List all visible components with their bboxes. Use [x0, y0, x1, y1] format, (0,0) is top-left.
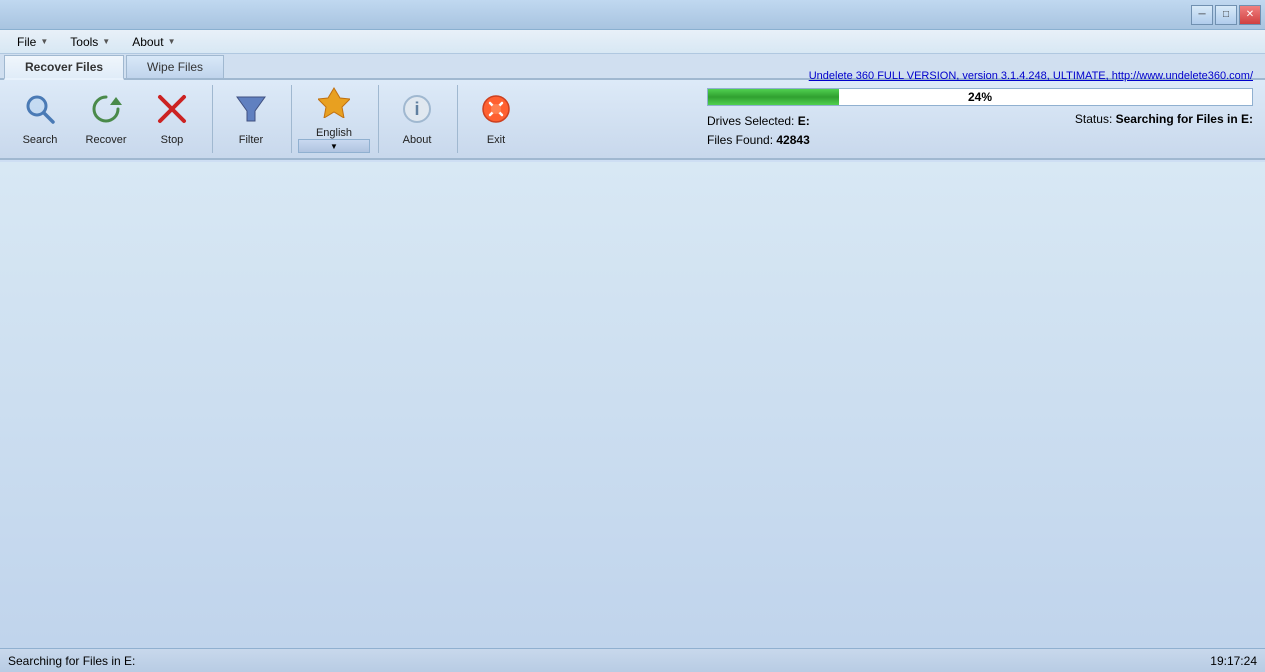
drives-selected-value: E:: [798, 114, 810, 128]
search-button[interactable]: Search: [8, 85, 72, 153]
toolbar-group-about: i About: [385, 85, 458, 153]
recover-icon: [90, 93, 122, 130]
toolbar-group-main: Search Recover Stop: [8, 85, 213, 153]
filter-icon: [235, 93, 267, 130]
drives-selected-label: Drives Selected:: [707, 114, 794, 128]
status-text: Status: Searching for Files in E:: [1075, 112, 1253, 126]
filter-label: Filter: [239, 134, 263, 146]
exit-icon: [480, 93, 512, 130]
file-menu-arrow: ▼: [40, 37, 48, 46]
menu-bar: File ▼ Tools ▼ About ▼: [0, 30, 1265, 54]
progress-bar: [708, 89, 839, 105]
about-menu-label: About: [132, 35, 163, 49]
about-menu-arrow: ▼: [168, 37, 176, 46]
exit-button[interactable]: Exit: [464, 85, 528, 153]
files-found-value: 42843: [776, 133, 809, 147]
search-label: Search: [23, 134, 58, 146]
tools-menu[interactable]: Tools ▼: [61, 32, 119, 52]
english-button[interactable]: English: [298, 85, 370, 139]
status-label: Status:: [1075, 112, 1112, 126]
tools-menu-arrow: ▼: [102, 37, 110, 46]
stop-icon: [156, 93, 188, 130]
status-bar: Searching for Files in E: 19:17:24: [0, 648, 1265, 672]
about-icon: i: [401, 93, 433, 130]
statusbar-right: 19:17:24: [1210, 654, 1257, 668]
tab-wipe-files[interactable]: Wipe Files: [126, 55, 224, 78]
info-panel: Undelete 360 FULL VERSION, version 3.1.4…: [695, 62, 1265, 158]
english-button-group: English ▼: [298, 85, 370, 153]
filter-button[interactable]: Filter: [219, 85, 283, 153]
tab-recover-files[interactable]: Recover Files: [4, 55, 124, 80]
maximize-button[interactable]: □: [1215, 5, 1237, 25]
stop-label: Stop: [161, 134, 184, 146]
version-link[interactable]: Undelete 360 FULL VERSION, version 3.1.4…: [707, 70, 1253, 82]
minimize-button[interactable]: ─: [1191, 5, 1213, 25]
toolbar-group-exit: Exit: [464, 85, 536, 153]
status-row: Drives Selected: E: Files Found: 42843 S…: [707, 112, 1253, 150]
recover-button[interactable]: Recover: [74, 85, 138, 153]
stop-button[interactable]: Stop: [140, 85, 204, 153]
statusbar-left: Searching for Files in E:: [8, 654, 135, 668]
english-dropdown-button[interactable]: ▼: [298, 139, 370, 153]
tools-menu-label: Tools: [70, 35, 98, 49]
about-button[interactable]: i About: [385, 85, 449, 153]
drives-info: Drives Selected: E: Files Found: 42843: [707, 112, 810, 150]
files-found-label: Files Found:: [707, 133, 773, 147]
file-menu[interactable]: File ▼: [8, 32, 57, 52]
files-found-row: Files Found: 42843: [707, 131, 810, 150]
status-value: Searching for Files in E:: [1116, 112, 1253, 126]
file-menu-label: File: [17, 35, 36, 49]
search-icon: [24, 93, 56, 130]
english-label: English: [316, 127, 352, 139]
progress-text: 24%: [968, 90, 992, 104]
toolbar-group-filter: Filter: [219, 85, 292, 153]
exit-label: Exit: [487, 134, 505, 146]
svg-text:i: i: [414, 99, 419, 119]
about-menu[interactable]: About ▼: [123, 32, 184, 52]
recover-label: Recover: [86, 134, 127, 146]
progress-container: 24%: [707, 88, 1253, 106]
title-bar-controls: ─ □ ✕: [1191, 5, 1261, 25]
title-bar: ─ □ ✕: [0, 0, 1265, 30]
about-label: About: [403, 134, 432, 146]
english-icon: [318, 86, 350, 123]
close-button[interactable]: ✕: [1239, 5, 1261, 25]
toolbar-group-language: English ▼: [298, 85, 379, 153]
main-content-area: [0, 162, 1265, 648]
drives-selected-row: Drives Selected: E:: [707, 112, 810, 131]
